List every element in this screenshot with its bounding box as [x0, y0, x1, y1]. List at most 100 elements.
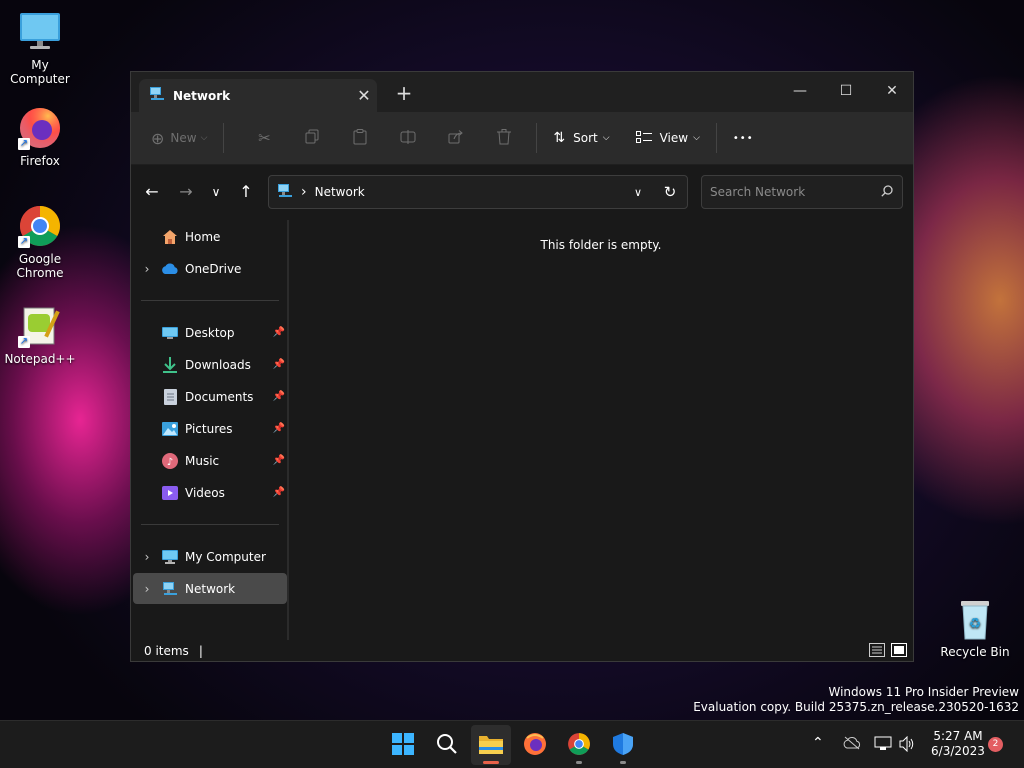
expand-chevron-icon[interactable]: › [133, 550, 161, 564]
search-button[interactable] [427, 725, 467, 765]
tab-close-button[interactable]: ✕ [351, 86, 377, 105]
active-indicator [483, 761, 499, 764]
new-tab-button[interactable]: + [391, 81, 417, 105]
pin-icon[interactable]: 📌 [273, 359, 285, 370]
rename-button[interactable] [384, 122, 432, 154]
monitor-icon [161, 548, 179, 566]
nav-item-home[interactable]: Home [133, 221, 287, 252]
more-options-button[interactable]: ••• [733, 122, 754, 154]
delete-button[interactable] [480, 122, 528, 154]
clock-time: 5:27 AM [933, 729, 983, 743]
expand-chevron-icon[interactable]: › [133, 582, 161, 596]
view-label: View [659, 131, 689, 145]
new-label: New [170, 131, 197, 145]
breadcrumb-network[interactable]: Network [315, 185, 623, 199]
recent-locations-button[interactable]: ∨ [203, 179, 229, 205]
refresh-button[interactable]: ↻ [653, 183, 687, 201]
home-icon [161, 228, 179, 246]
pin-icon[interactable]: 📌 [273, 455, 285, 466]
desktop-icon-firefox[interactable]: ↗ Firefox [0, 106, 80, 168]
desktop-icon-recycle-bin[interactable]: ♻ Recycle Bin [935, 597, 1015, 659]
desktop-icon-notepadpp[interactable]: ↗ Notepad++ [0, 304, 80, 366]
trash-icon [497, 128, 512, 148]
network-tray-icon[interactable] [874, 736, 892, 756]
close-button[interactable]: ✕ [869, 76, 915, 106]
maximize-button[interactable]: ☐ [823, 76, 869, 106]
chevron-down-icon: ∨ [633, 185, 643, 199]
view-list-icon [635, 130, 652, 146]
navigation-pane: Home › OneDrive Desktop 📌 Downloads 📌 Do… [131, 220, 289, 640]
taskbar-chrome[interactable] [559, 725, 599, 765]
nav-item-pictures[interactable]: Pictures 📌 [133, 413, 287, 444]
nav-item-documents[interactable]: Documents 📌 [133, 381, 287, 412]
pin-icon[interactable]: 📌 [273, 327, 285, 338]
shortcut-arrow-icon: ↗ [18, 336, 30, 348]
nav-label: Network [185, 581, 236, 596]
running-indicator [576, 761, 582, 764]
tab-network[interactable]: Network ✕ [139, 79, 377, 112]
onedrive-tray-icon[interactable] [843, 736, 861, 754]
command-bar: ⊕ New ⌵ ✂ ⇅ Sort ⌵ View ⌵ ••• [131, 112, 913, 165]
nav-item-my-computer[interactable]: › My Computer [133, 541, 287, 572]
back-button[interactable]: ← [139, 179, 165, 205]
nav-item-downloads[interactable]: Downloads 📌 [133, 349, 287, 380]
taskbar-firefox[interactable] [515, 725, 555, 765]
nav-label: My Computer [185, 549, 266, 564]
tiles-view-button[interactable] [891, 643, 907, 660]
taskbar-windows-security[interactable] [603, 725, 643, 765]
paste-button[interactable] [336, 122, 384, 154]
expand-chevron-icon[interactable]: › [133, 262, 161, 276]
rename-icon [400, 129, 416, 147]
forward-button[interactable]: → [173, 179, 199, 205]
details-view-button[interactable] [869, 643, 885, 660]
new-button[interactable]: ⊕ New ⌵ [151, 122, 207, 154]
minimize-button[interactable]: — [777, 76, 823, 106]
up-button[interactable]: ↑ [233, 179, 259, 205]
copy-button[interactable] [288, 122, 336, 154]
taskbar-file-explorer[interactable] [471, 725, 511, 765]
cloud-icon [161, 260, 179, 278]
clipboard-icon [353, 128, 367, 148]
desktop-icon-label: Recycle Bin [940, 645, 1010, 659]
desktop-icon-google-chrome[interactable]: ↗ Google Chrome [0, 204, 80, 280]
pin-icon[interactable]: 📌 [273, 487, 285, 498]
title-bar[interactable]: Network ✕ + — ☐ ✕ [131, 72, 913, 112]
cut-button[interactable]: ✂ [240, 122, 288, 154]
search-icon[interactable] [872, 184, 902, 200]
nav-label: Videos [185, 485, 225, 500]
search-box[interactable] [701, 175, 903, 209]
video-icon [161, 484, 179, 502]
toolbar-divider [536, 123, 538, 153]
nav-item-onedrive[interactable]: › OneDrive [133, 253, 287, 284]
sort-arrows-icon: ⇅ [553, 130, 566, 146]
share-button[interactable] [432, 122, 480, 154]
nav-divider [141, 524, 279, 525]
volume-icon[interactable] [899, 735, 915, 756]
address-bar[interactable]: › Network ∨ ↻ [268, 175, 688, 209]
network-icon [277, 183, 293, 202]
view-button[interactable]: View ⌵ [635, 122, 700, 154]
share-icon [448, 129, 464, 147]
system-clock[interactable]: 5:27 AM 6/3/2023 [926, 729, 990, 759]
chevron-down-icon: ⌵ [602, 133, 610, 143]
search-input[interactable] [710, 185, 872, 199]
download-icon [161, 356, 179, 374]
nav-item-network[interactable]: › Network [133, 573, 287, 604]
nav-item-desktop[interactable]: Desktop 📌 [133, 317, 287, 348]
sort-button[interactable]: ⇅ Sort ⌵ [553, 122, 609, 154]
nav-item-music[interactable]: ♪ Music 📌 [133, 445, 287, 476]
desktop-icon-label: Google Chrome [16, 252, 64, 280]
show-hidden-icons-button[interactable]: ⌃ [812, 735, 824, 751]
pin-icon[interactable]: 📌 [273, 423, 285, 434]
desktop-icon-my-computer[interactable]: My Computer [0, 10, 80, 86]
address-history-button[interactable]: ∨ [623, 186, 653, 199]
nav-item-videos[interactable]: Videos 📌 [133, 477, 287, 508]
nav-label: Documents [185, 389, 254, 404]
notification-badge[interactable]: 2 [988, 737, 1003, 752]
nav-label: Music [185, 453, 220, 468]
toolbar-divider [715, 123, 717, 153]
chevron-down-icon: ⌵ [200, 133, 208, 143]
pin-icon[interactable]: 📌 [273, 391, 285, 402]
start-button[interactable] [383, 725, 423, 765]
chevron-down-icon: ∨ [211, 185, 221, 199]
